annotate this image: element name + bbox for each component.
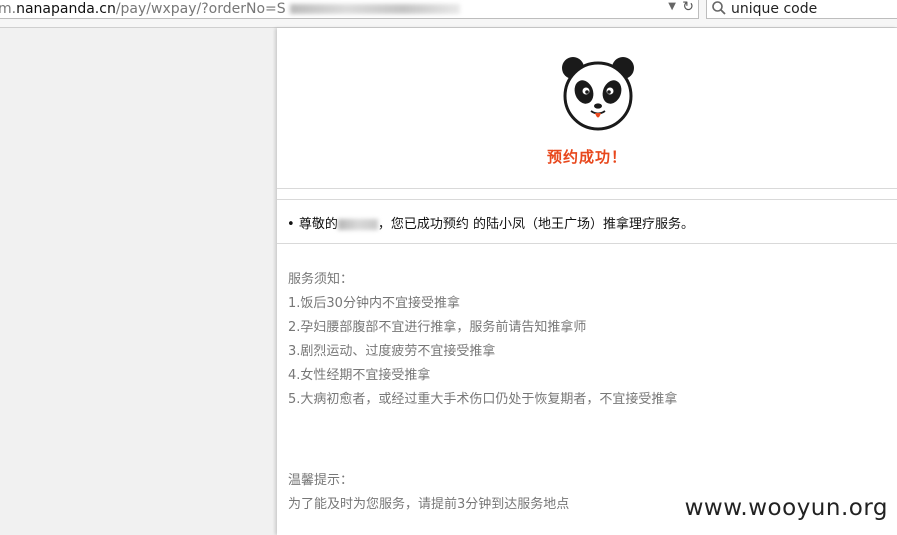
panda-logo [562, 57, 634, 131]
notice-item: 5.大病初愈者，或经过重大手术伤口仍处于恢复期者，不宜接受推拿 [288, 392, 678, 407]
name-redaction [337, 219, 378, 230]
search-query[interactable]: unique code [731, 1, 817, 17]
browser-toolbar: m.nanapanda.cn/pay/wxpay/?orderNo=S ▼ ↻ … [0, 0, 897, 28]
greeting-text: • 尊敬的 ，您已成功预约 的陆小凤（地王广场）推拿理疗服务。 [287, 217, 694, 232]
tips-title: 温馨提示： [288, 473, 354, 488]
notice-item: 4.女性经期不宜接受推拿 [288, 368, 431, 383]
address-bar[interactable]: m.nanapanda.cn/pay/wxpay/?orderNo=S ▼ ↻ [0, 0, 699, 19]
divider [277, 243, 897, 244]
left-background [0, 28, 277, 535]
url-redaction [289, 4, 460, 14]
watermark: www.wooyun.org [684, 495, 888, 521]
divider [277, 188, 897, 200]
url-text[interactable]: m.nanapanda.cn/pay/wxpay/?orderNo=S [0, 1, 460, 17]
notice-item: 3.剧烈运动、过度疲劳不宜接受推拿 [288, 344, 496, 359]
page-content: 预约成功！ • 尊敬的 ，您已成功预约 的陆小凤（地王广场）推拿理疗服务。 服务须… [277, 28, 897, 535]
service-notice: 服务须知： 1.饭后30分钟内不宜接受推拿 2.孕妇腰部腹部不宜进行推拿，服务前… [288, 268, 677, 412]
notice-item: 2.孕妇腰部腹部不宜进行推拿，服务前请告知推拿师 [288, 320, 587, 335]
tips-text: 为了能及时为您服务，请提前3分钟到达服务地点 [288, 497, 570, 512]
notice-title: 服务须知： [288, 272, 354, 287]
warm-tips: 温馨提示： 为了能及时为您服务，请提前3分钟到达服务地点 [288, 469, 569, 517]
reload-icon[interactable]: ↻ [682, 0, 694, 15]
search-icon [711, 0, 729, 18]
chevron-down-icon[interactable]: ▼ [668, 1, 676, 12]
search-input[interactable]: unique code [706, 0, 897, 19]
success-message: 预约成功！ [546, 148, 627, 166]
success-header: 预约成功！ [277, 28, 897, 188]
notice-item: 1.饭后30分钟内不宜接受推拿 [288, 296, 460, 311]
